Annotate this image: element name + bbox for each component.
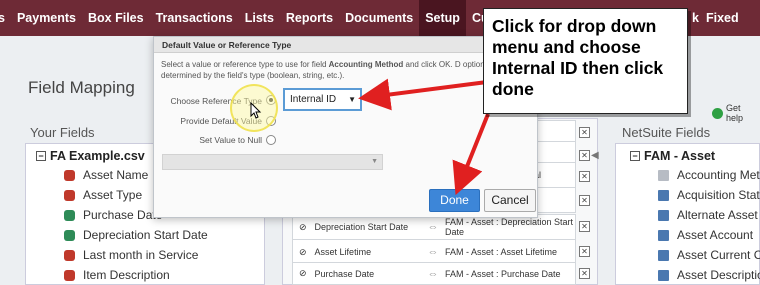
arrow-to-select bbox=[358, 78, 488, 111]
callout-text: Click for drop down menu and choose Inte… bbox=[492, 16, 664, 99]
arrow-to-done bbox=[452, 113, 490, 196]
instruction-callout: Click for drop down menu and choose Inte… bbox=[483, 8, 688, 114]
